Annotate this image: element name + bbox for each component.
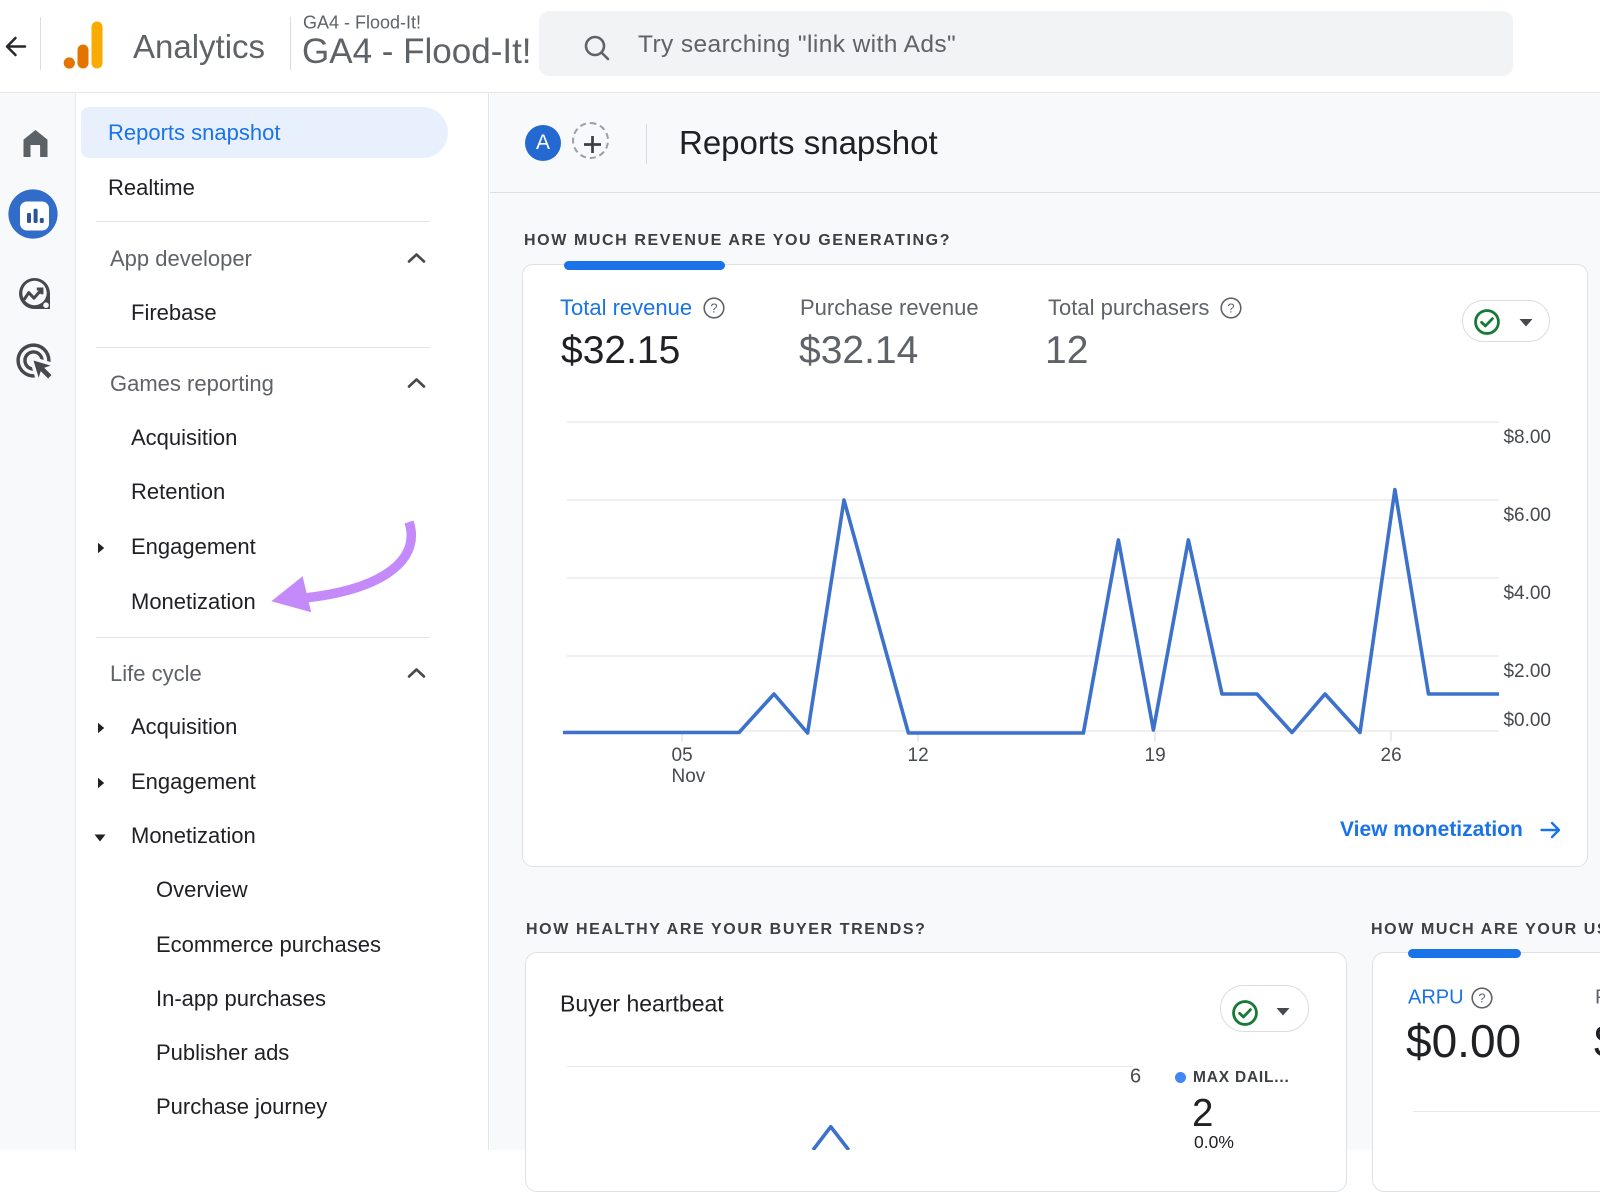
svg-text:$2.00: $2.00 <box>1503 661 1551 682</box>
svg-text:Nov: Nov <box>672 766 706 787</box>
svg-text:?: ? <box>1478 991 1485 1006</box>
svg-text:26: 26 <box>1381 745 1402 766</box>
svg-text:$8.00: $8.00 <box>1503 427 1551 448</box>
svg-text:$4.00: $4.00 <box>1503 583 1551 604</box>
svg-text:05: 05 <box>672 745 693 766</box>
svg-text:19: 19 <box>1145 745 1166 766</box>
svg-text:$6.00: $6.00 <box>1503 505 1551 526</box>
svg-text:$0.00: $0.00 <box>1503 710 1551 731</box>
svg-text:12: 12 <box>908 745 929 766</box>
